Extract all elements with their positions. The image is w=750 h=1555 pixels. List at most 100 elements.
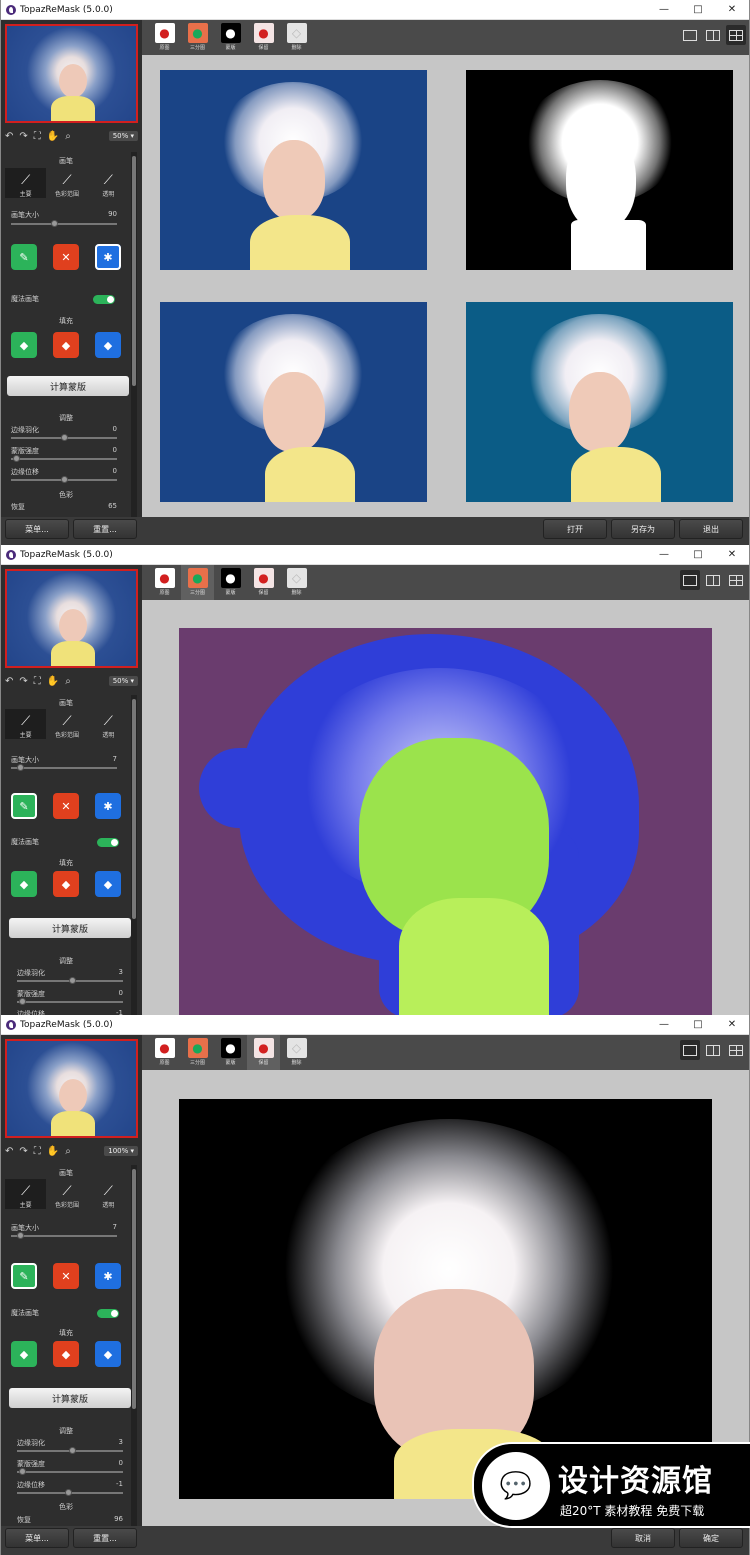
ok-button[interactable]: 确定	[679, 1528, 743, 1548]
layout-single-button[interactable]	[680, 1040, 700, 1060]
fill-keep-button[interactable]: ◆	[11, 871, 37, 897]
menu-button[interactable]: 菜单...	[5, 519, 69, 539]
mask-strength-slider[interactable]	[17, 998, 123, 1005]
edge-shift-slider[interactable]	[11, 476, 117, 483]
tab-drop[interactable]: ◇ 删除	[280, 1035, 313, 1070]
undo-icon[interactable]: ↶	[5, 1146, 13, 1157]
close-button[interactable]: ✕	[715, 1019, 749, 1030]
mask-strength-slider[interactable]	[17, 1468, 123, 1475]
tab-brush-main[interactable]: ⟋ 主要	[5, 168, 47, 198]
tab-keep[interactable]: ● 保留	[247, 1035, 280, 1070]
keep-brush-button[interactable]: ✎	[11, 1263, 37, 1289]
keep-brush-button[interactable]: ✎	[11, 793, 37, 819]
fill-keep-button[interactable]: ◆	[11, 1341, 37, 1367]
drop-brush-button[interactable]: ✕	[53, 244, 79, 270]
cancel-button[interactable]: 取消	[611, 1528, 675, 1548]
edge-feather-slider[interactable]	[11, 434, 117, 441]
tab-original[interactable]: ● 原图	[148, 565, 181, 600]
fill-compute-button[interactable]: ◆	[95, 332, 121, 358]
fill-keep-button[interactable]: ◆	[11, 332, 37, 358]
drop-brush-button[interactable]: ✕	[53, 1263, 79, 1289]
tab-original[interactable]: ● 原图	[148, 1035, 181, 1070]
compute-brush-button[interactable]: ✱	[95, 1263, 121, 1289]
tab-trimap[interactable]: ● 三分图	[181, 20, 214, 55]
maximize-button[interactable]: □	[681, 549, 715, 560]
tab-drop[interactable]: ◇ 删除	[280, 565, 313, 600]
tab-keep[interactable]: ● 保留	[247, 565, 280, 600]
navigator-thumbnail[interactable]	[5, 1039, 138, 1138]
tab-brush-color-range[interactable]: ⟋ 色彩范围	[46, 709, 87, 739]
save-as-button[interactable]: 另存为	[611, 519, 675, 539]
edge-feather-slider[interactable]	[17, 977, 123, 984]
minimize-button[interactable]: —	[647, 1019, 681, 1030]
brush-size-slider[interactable]	[11, 764, 117, 771]
layout-quad-button[interactable]	[726, 25, 746, 45]
mask-strength-slider[interactable]	[11, 455, 117, 462]
fill-drop-button[interactable]: ◆	[53, 1341, 79, 1367]
tab-brush-transparent[interactable]: ⟋ 透明	[88, 1179, 129, 1209]
tab-trimap[interactable]: ● 三分图	[181, 565, 214, 600]
tab-brush-transparent[interactable]: ⟋ 透明	[88, 709, 129, 739]
tab-mask[interactable]: ● 蒙版	[214, 565, 247, 600]
tab-brush-color-range[interactable]: ⟋ 色彩范围	[46, 168, 87, 198]
tab-brush-main[interactable]: ⟋ 主要	[5, 1179, 47, 1209]
compute-mask-button[interactable]: 计算蒙版	[9, 918, 131, 938]
preview-canvas[interactable]	[142, 55, 749, 517]
compute-mask-button[interactable]: 计算蒙版	[7, 376, 129, 396]
redo-icon[interactable]: ↷	[19, 676, 27, 687]
tab-original[interactable]: ● 原图	[148, 20, 181, 55]
reset-button[interactable]: 重置...	[73, 1528, 137, 1548]
menu-button[interactable]: 菜单...	[5, 1528, 69, 1548]
layout-split-button[interactable]	[703, 1040, 723, 1060]
magic-brush-toggle[interactable]	[97, 838, 119, 847]
navigator-thumbnail[interactable]	[5, 24, 138, 123]
left-panel-scrollbar[interactable]	[131, 152, 137, 517]
open-button[interactable]: 打开	[543, 519, 607, 539]
zoom-select[interactable]: 50% ▾	[108, 676, 138, 686]
redo-icon[interactable]: ↷	[19, 131, 27, 142]
hand-pan-icon[interactable]: ✋	[47, 676, 59, 687]
tab-keep[interactable]: ● 保留	[247, 20, 280, 55]
magic-brush-toggle[interactable]	[93, 295, 115, 304]
layout-single-button[interactable]	[680, 25, 700, 45]
fill-drop-button[interactable]: ◆	[53, 332, 79, 358]
zoom-magnifier-icon[interactable]: ⌕	[65, 676, 71, 687]
fill-compute-button[interactable]: ◆	[95, 871, 121, 897]
hand-pan-icon[interactable]: ✋	[47, 131, 59, 142]
magic-brush-toggle[interactable]	[97, 1309, 119, 1318]
layout-split-button[interactable]	[703, 25, 723, 45]
zoom-magnifier-icon[interactable]: ⌕	[65, 131, 71, 142]
maximize-button[interactable]: □	[681, 1019, 715, 1030]
fit-screen-icon[interactable]: ⛶	[34, 131, 41, 142]
brush-size-slider[interactable]	[11, 220, 117, 227]
close-button[interactable]: ✕	[715, 4, 749, 15]
drop-brush-button[interactable]: ✕	[53, 793, 79, 819]
tab-brush-color-range[interactable]: ⟋ 色彩范围	[46, 1179, 87, 1209]
maximize-button[interactable]: □	[681, 4, 715, 15]
compute-brush-button[interactable]: ✱	[95, 793, 121, 819]
compute-mask-button[interactable]: 计算蒙版	[9, 1388, 131, 1408]
left-panel-scrollbar[interactable]	[131, 1165, 137, 1531]
tab-brush-transparent[interactable]: ⟋ 透明	[88, 168, 129, 198]
layout-quad-button[interactable]	[726, 570, 746, 590]
close-button[interactable]: ✕	[715, 549, 749, 560]
fit-screen-icon[interactable]: ⛶	[34, 676, 41, 687]
fill-drop-button[interactable]: ◆	[53, 871, 79, 897]
edge-feather-slider[interactable]	[17, 1447, 123, 1454]
reset-button[interactable]: 重置...	[73, 519, 137, 539]
minimize-button[interactable]: —	[647, 4, 681, 15]
fit-screen-icon[interactable]: ⛶	[34, 1146, 41, 1157]
minimize-button[interactable]: —	[647, 549, 681, 560]
edge-shift-slider[interactable]	[17, 1489, 123, 1496]
tab-drop[interactable]: ◇ 删除	[280, 20, 313, 55]
redo-icon[interactable]: ↷	[19, 1146, 27, 1157]
zoom-select[interactable]: 100% ▾	[104, 1146, 138, 1156]
hand-pan-icon[interactable]: ✋	[47, 1146, 59, 1157]
exit-button[interactable]: 退出	[679, 519, 743, 539]
layout-quad-button[interactable]	[726, 1040, 746, 1060]
undo-icon[interactable]: ↶	[5, 131, 13, 142]
tab-trimap[interactable]: ● 三分图	[181, 1035, 214, 1070]
brush-size-slider[interactable]	[11, 1232, 117, 1239]
compute-brush-button[interactable]: ✱	[95, 244, 121, 270]
undo-icon[interactable]: ↶	[5, 676, 13, 687]
